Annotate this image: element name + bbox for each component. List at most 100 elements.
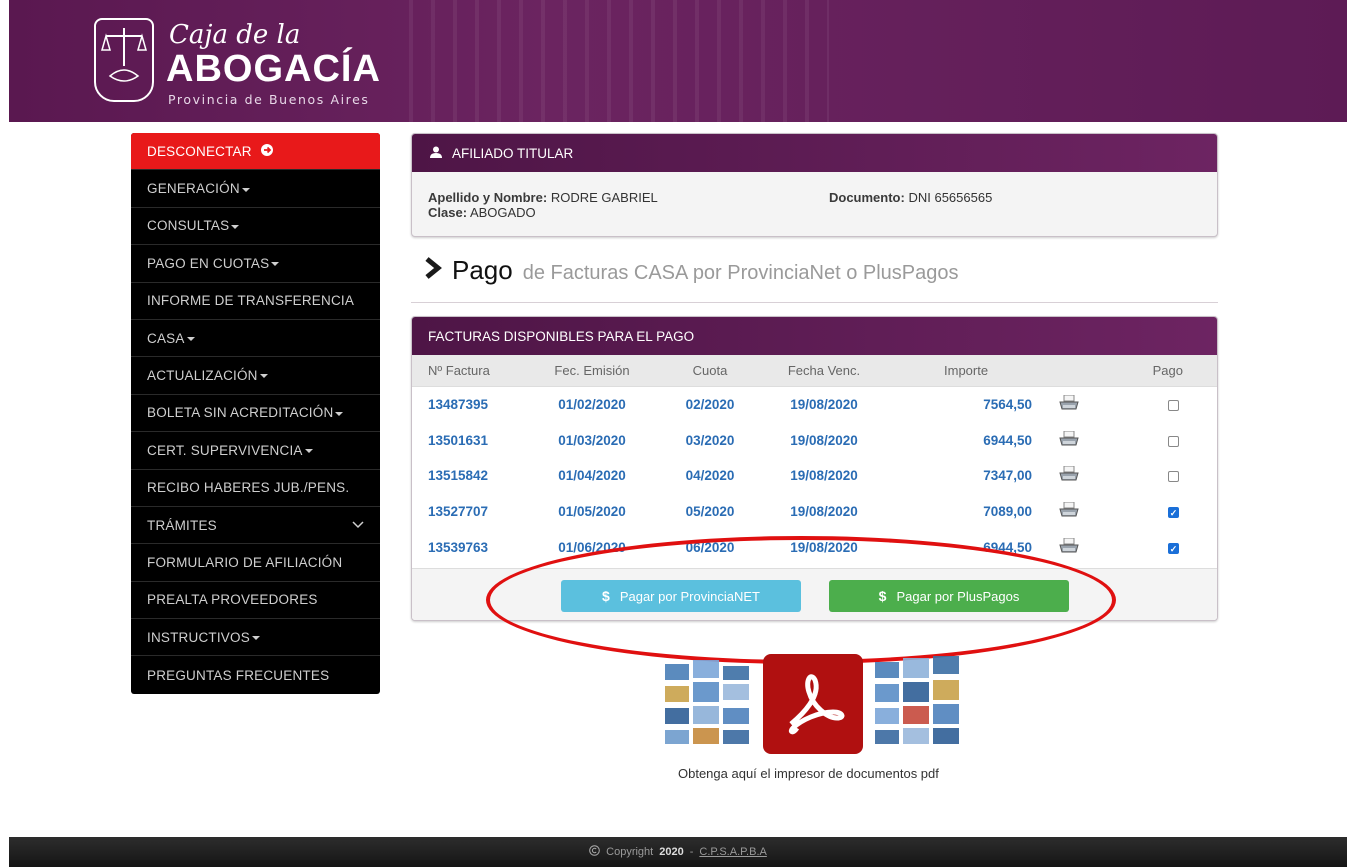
sidebar-item-formulario-afiliacion[interactable]: FORMULARIO DE AFILIACIÓN <box>131 544 380 582</box>
header-decoration <box>409 0 829 122</box>
print-button[interactable] <box>1038 430 1100 450</box>
pago-checkbox[interactable] <box>1100 433 1217 448</box>
chevron-right-icon <box>424 257 442 284</box>
checkbox[interactable] <box>1168 400 1179 412</box>
logo-subtitle: Provincia de Buenos Aires <box>168 92 370 107</box>
name-label: Apellido y Nombre: <box>428 190 548 205</box>
afiliado-panel: AFILIADO TITULAR Apellido y Nombre: RODR… <box>411 133 1218 237</box>
sidebar-item-boleta-sin-acreditacion[interactable]: BOLETA SIN ACREDITACIÓN <box>131 395 380 433</box>
site-footer: Copyright 2020 - C.P.S.A.P.B.A <box>9 837 1347 867</box>
column-header-venc: Fecha Venc. <box>787 363 861 378</box>
page-title-sub: de Facturas CASA por ProvinciaNet o Plus… <box>522 262 959 284</box>
justice-scales-icon <box>94 18 154 102</box>
sidebar-item-label: CASA <box>147 330 185 346</box>
print-button[interactable] <box>1038 465 1100 485</box>
sidebar-item-cert-supervivencia[interactable]: CERT. SUPERVIVENCIA <box>131 432 380 470</box>
importe: 7564,50 <box>983 397 1032 413</box>
fecha-emision: 01/05/2020 <box>558 504 626 520</box>
page-title: Pago de Facturas CASA por ProvinciaNet o… <box>424 255 959 286</box>
caret-down-icon <box>186 337 195 342</box>
copyright-label: Copyright <box>606 846 654 858</box>
table-row: 13527707 01/05/2020 05/2020 19/08/2020 7089,… <box>412 494 1217 530</box>
sidebar-item-pago-en-cuotas[interactable]: PAGO EN CUOTAS <box>131 245 380 283</box>
column-header-pago: Pago <box>1152 363 1183 378</box>
table-row: 13501631 01/03/2020 03/2020 19/08/2020 6944,… <box>412 423 1217 459</box>
fecha-vencimiento: 19/08/2020 <box>790 468 858 484</box>
pago-checkbox[interactable]: ✓ <box>1100 540 1217 555</box>
sidebar-item-label: GENERACIÓN <box>147 181 240 197</box>
pago-checkbox[interactable]: ✓ <box>1100 504 1217 519</box>
caret-down-icon <box>335 411 344 416</box>
copyright-icon <box>589 845 600 859</box>
fecha-vencimiento: 19/08/2020 <box>790 397 858 413</box>
sidebar-item-desconectar[interactable]: DESCONECTAR <box>131 133 380 171</box>
factura-number-link[interactable]: 13539763 <box>412 540 524 555</box>
checkbox[interactable] <box>1168 471 1179 483</box>
logout-icon <box>260 143 274 160</box>
name-value: RODRE GABRIEL <box>550 190 658 205</box>
sidebar-item-casa[interactable]: CASA <box>131 320 380 358</box>
pago-checkbox[interactable] <box>1100 397 1217 412</box>
clase-value: ABOGADO <box>469 205 536 220</box>
chevron-down-icon <box>352 518 364 532</box>
printer-icon <box>1059 537 1079 554</box>
checkbox[interactable]: ✓ <box>1168 507 1179 519</box>
factura-number-link[interactable]: 13515842 <box>412 468 524 483</box>
sidebar-item-label: DESCONECTAR <box>147 143 252 159</box>
print-button[interactable] <box>1038 394 1100 414</box>
checkbox[interactable] <box>1168 435 1179 447</box>
sidebar-item-label: PAGO EN CUOTAS <box>147 255 270 271</box>
sidebar-item-label: ACTUALIZACIÓN <box>147 368 258 384</box>
table-row: 13487395 01/02/2020 02/2020 19/08/2020 7564,… <box>412 387 1217 423</box>
factura-number-link[interactable]: 13527707 <box>412 504 524 519</box>
printer-icon <box>1059 465 1079 482</box>
column-header-importe: Importe <box>944 363 989 378</box>
sidebar-item-tramites[interactable]: TRÁMITES <box>131 507 380 545</box>
pdf-printer-banner[interactable] <box>663 652 963 757</box>
adobe-pdf-icon <box>763 654 863 754</box>
sidebar-item-prealta-proveedores[interactable]: PREALTA PROVEEDORES <box>131 582 380 620</box>
documento-value: DNI 65656565 <box>908 190 993 205</box>
user-icon <box>430 146 442 161</box>
fecha-vencimiento: 19/08/2020 <box>790 432 858 448</box>
pdf-printer-caption[interactable]: Obtenga aquí el impresor de documentos p… <box>678 766 939 781</box>
factura-number-link[interactable]: 13487395 <box>412 397 524 412</box>
cuota: 03/2020 <box>685 432 735 448</box>
importe: 7089,00 <box>983 504 1032 520</box>
site-header: Caja de la ABOGACÍA Provincia de Buenos … <box>9 0 1347 122</box>
sidebar-menu: DESCONECTAR GENERACIÓN CONSULTAS PAGO EN… <box>131 133 380 694</box>
printer-icon <box>1059 501 1079 518</box>
logo-title: ABOGACÍA <box>166 48 381 90</box>
caret-down-icon <box>271 262 280 267</box>
footer-org-link[interactable]: C.P.S.A.P.B.A <box>699 846 766 858</box>
sidebar-item-informe-transferencia[interactable]: INFORME DE TRANSFERENCIA <box>131 283 380 320</box>
sidebar-item-consultas[interactable]: CONSULTAS <box>131 208 380 246</box>
print-button[interactable] <box>1038 501 1100 521</box>
afiliado-details: Apellido y Nombre: RODRE GABRIEL Clase: … <box>412 172 1217 236</box>
documento-label: Documento: <box>829 190 905 205</box>
column-header-nro: Nº Factura <box>428 363 490 378</box>
title-divider <box>411 302 1218 303</box>
pago-checkbox[interactable] <box>1100 468 1217 483</box>
factura-number-link[interactable]: 13501631 <box>412 433 524 448</box>
cuota: 02/2020 <box>685 397 735 413</box>
sidebar-item-generacion[interactable]: GENERACIÓN <box>131 170 380 208</box>
copyright-year: 2020 <box>659 846 684 858</box>
sidebar-item-label: TRÁMITES <box>147 517 217 533</box>
site-logo[interactable]: Caja de la ABOGACÍA Provincia de Buenos … <box>94 18 394 108</box>
sidebar-item-label: CERT. SUPERVIVENCIA <box>147 442 303 458</box>
sidebar-item-label: INFORME DE TRANSFERENCIA <box>147 293 355 309</box>
sidebar-item-label: PREGUNTAS FRECUENTES <box>147 667 330 683</box>
printer-icon <box>1059 394 1079 411</box>
sidebar-item-recibo-haberes[interactable]: RECIBO HABERES JUB./PENS. <box>131 470 380 507</box>
checkbox[interactable]: ✓ <box>1168 542 1179 554</box>
sidebar-item-instructivos[interactable]: INSTRUCTIVOS <box>131 619 380 657</box>
print-button[interactable] <box>1038 537 1100 557</box>
sidebar-item-actualizacion[interactable]: ACTUALIZACIÓN <box>131 357 380 395</box>
caret-down-icon <box>241 187 250 192</box>
caret-down-icon <box>259 374 268 379</box>
sidebar-item-preguntas-frecuentes[interactable]: PREGUNTAS FRECUENTES <box>131 656 380 693</box>
sidebar-item-label: FORMULARIO DE AFILIACIÓN <box>147 554 343 570</box>
red-highlight-annotation <box>486 536 1116 664</box>
sidebar-item-label: BOLETA SIN ACREDITACIÓN <box>147 405 334 421</box>
